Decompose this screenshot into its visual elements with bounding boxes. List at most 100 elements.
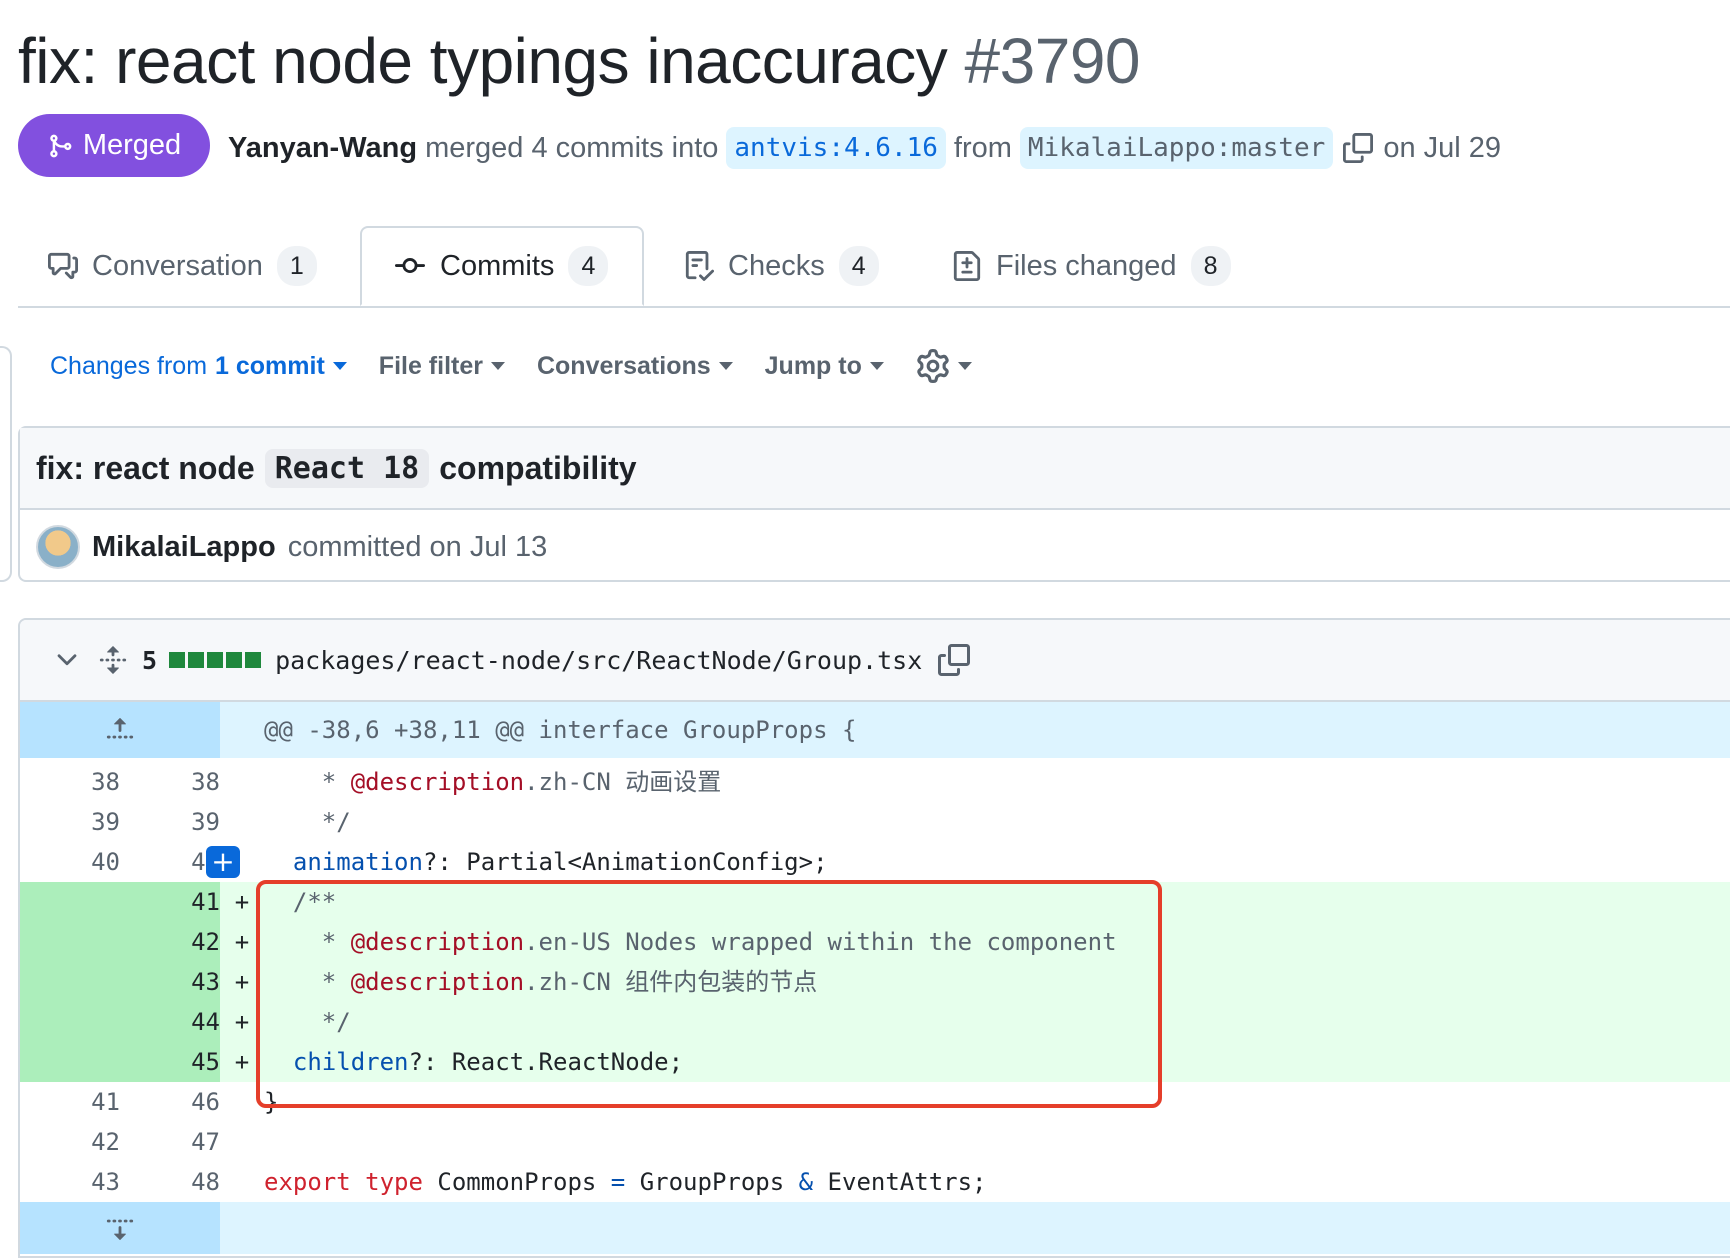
file-filter-dropdown[interactable]: File filter xyxy=(379,352,505,381)
new-line-number[interactable]: 41 xyxy=(120,882,220,922)
commit-title-post: compatibility xyxy=(439,449,637,486)
file-header: 5 packages/react-node/src/ReactNode/Grou… xyxy=(20,620,1730,702)
old-line-number[interactable]: 43 xyxy=(20,1162,120,1202)
code-token: GroupProps xyxy=(625,1168,799,1196)
copy-branch-icon[interactable] xyxy=(1341,131,1375,165)
diff-line-context[interactable]: 4040 animation?: Partial<AnimationConfig… xyxy=(20,842,1730,882)
code-token: CommonProps xyxy=(422,1168,611,1196)
new-line-number[interactable]: 44 xyxy=(120,1002,220,1042)
tab-conversation[interactable]: Conversation 1 xyxy=(48,226,317,306)
old-line-number[interactable]: 38 xyxy=(20,762,120,802)
diff-line-added[interactable]: 41 + /** xyxy=(20,882,1730,922)
tab-conversation-label: Conversation xyxy=(92,249,263,282)
diff-sign: + xyxy=(220,962,264,1002)
code-line: * @description.zh-CN 动画设置 xyxy=(264,762,1730,802)
old-line-number[interactable]: 39 xyxy=(20,802,120,842)
pr-title: fix: react node typings inaccuracy #3790 xyxy=(18,22,1141,100)
code-line: animation?: Partial<AnimationConfig>; xyxy=(264,842,1730,882)
new-line-number[interactable]: 39 xyxy=(120,802,220,842)
new-line-number[interactable]: 47 xyxy=(120,1122,220,1162)
commit-author-link[interactable]: MikalaiLappo xyxy=(92,531,276,564)
diff-line-context[interactable]: 39 39 */ xyxy=(20,802,1730,842)
old-line-number[interactable] xyxy=(20,1002,120,1042)
sidebar-edge xyxy=(0,346,12,582)
file-path-link[interactable]: packages/react-node/src/ReactNode/Group.… xyxy=(275,646,922,675)
expand-down-row xyxy=(20,1202,1730,1254)
chevron-down-icon xyxy=(490,362,505,370)
checklist-icon xyxy=(685,251,714,281)
diff-line-context[interactable]: 38 38 * @description.zh-CN 动画设置 xyxy=(20,762,1730,802)
tab-commits[interactable]: Commits 4 xyxy=(360,226,644,306)
diff-sign xyxy=(220,762,264,802)
code-token: */ xyxy=(264,808,351,836)
new-line-number[interactable]: 43 xyxy=(120,962,220,1002)
new-line-number[interactable]: 40 xyxy=(120,842,220,882)
old-line-number[interactable]: 40 xyxy=(20,842,120,882)
fold-down-icon xyxy=(106,1219,134,1240)
copy-path-icon[interactable] xyxy=(938,644,971,676)
settings-dropdown[interactable] xyxy=(916,349,972,383)
hunk-header: @@ -38,6 +38,11 @@ interface GroupProps … xyxy=(264,716,857,744)
chevron-down-icon[interactable] xyxy=(52,645,82,675)
diff-line-context[interactable]: 43 48 export type CommonProps = GroupProps… xyxy=(20,1162,1730,1202)
tab-checks-label: Checks xyxy=(728,249,825,282)
code-line: * @description.en-US Nodes wrapped withi… xyxy=(264,922,1730,962)
diff-sign xyxy=(220,1122,264,1162)
diff-sign: + xyxy=(220,922,264,962)
old-line-number[interactable] xyxy=(20,922,120,962)
expand-down-button[interactable] xyxy=(20,1202,220,1254)
commit-meta: MikalaiLappo committed on Jul 13 xyxy=(20,510,1730,584)
base-branch-link[interactable]: antvis:4.6.16 xyxy=(726,127,946,169)
tab-files-changed-count: 8 xyxy=(1190,246,1231,286)
old-line-number[interactable] xyxy=(20,882,120,922)
old-line-number[interactable]: 42 xyxy=(20,1122,120,1162)
old-line-number[interactable] xyxy=(20,1042,120,1082)
commit-title: fix: react node React 18 compatibility xyxy=(20,428,1730,510)
code-token: export xyxy=(264,1168,351,1196)
hunk-header-row: @@ -38,6 +38,11 @@ interface GroupProps … xyxy=(20,702,1730,758)
diff-line-added[interactable]: 43 + * @description.zh-CN 组件内包装的节点 xyxy=(20,962,1730,1002)
tab-files-changed[interactable]: Files changed 8 xyxy=(952,226,1231,306)
diff-sign xyxy=(220,1162,264,1202)
comment-discussion-icon xyxy=(48,252,78,280)
tab-checks[interactable]: Checks 4 xyxy=(684,226,879,306)
code-line: * @description.zh-CN 组件内包装的节点 xyxy=(264,962,1730,1002)
code-token: * xyxy=(264,968,351,996)
add-comment-button[interactable]: + xyxy=(206,846,240,878)
file-filter-label: File filter xyxy=(378,351,483,380)
old-line-number[interactable] xyxy=(20,962,120,1002)
unfold-icon[interactable] xyxy=(98,645,128,675)
old-line-number[interactable]: 41 xyxy=(20,1082,120,1122)
diff-line-added[interactable]: 45 + children?: React.ReactNode; xyxy=(20,1042,1730,1082)
new-line-number[interactable]: 45 xyxy=(120,1042,220,1082)
diff-line-context[interactable]: 42 47 xyxy=(20,1122,1730,1162)
diff-line-added[interactable]: 42 + * @description.en-US Nodes wrapped w… xyxy=(20,922,1730,962)
diff-lines: 3838 * @description.zh-CN 动画设置3939 */404… xyxy=(20,762,1730,1202)
expand-up-button[interactable] xyxy=(20,702,220,758)
changes-commit-count: 1 commit xyxy=(215,351,325,380)
fold-up-icon xyxy=(106,718,134,739)
code-token: ?: Partial<AnimationConfig>; xyxy=(422,848,828,876)
new-line-number[interactable]: 46 xyxy=(120,1082,220,1122)
tab-checks-count: 4 xyxy=(838,246,879,286)
merger-author-link[interactable]: Yanyan-Wang xyxy=(228,132,417,165)
diff-sign xyxy=(220,802,264,842)
new-line-number[interactable]: 38 xyxy=(120,762,220,802)
tab-files-changed-label: Files changed xyxy=(996,249,1177,282)
tab-commits-count: 4 xyxy=(568,246,609,286)
pr-title-text: fix: react node typings inaccuracy xyxy=(18,25,948,97)
head-branch-link[interactable]: MikalaiLappo:master xyxy=(1019,127,1334,169)
avatar[interactable] xyxy=(36,525,80,569)
merged-label: Merged xyxy=(82,129,182,161)
new-line-number[interactable]: 48 xyxy=(120,1162,220,1202)
diff-line-added[interactable]: 44 + */ xyxy=(20,1002,1730,1042)
pr-meta: Yanyan-Wang merged 4 commits into antvis… xyxy=(228,120,1501,176)
diff-line-context[interactable]: 41 46} xyxy=(20,1082,1730,1122)
jump-to-dropdown[interactable]: Jump to xyxy=(765,352,884,381)
merge-date: on Jul 29 xyxy=(1383,131,1502,164)
changes-from-commit-dropdown[interactable]: Changes from 1 commit xyxy=(50,352,347,381)
file-changes-count: 5 xyxy=(142,645,158,675)
new-line-number[interactable]: 42 xyxy=(120,922,220,962)
conversations-dropdown[interactable]: Conversations xyxy=(537,352,733,381)
